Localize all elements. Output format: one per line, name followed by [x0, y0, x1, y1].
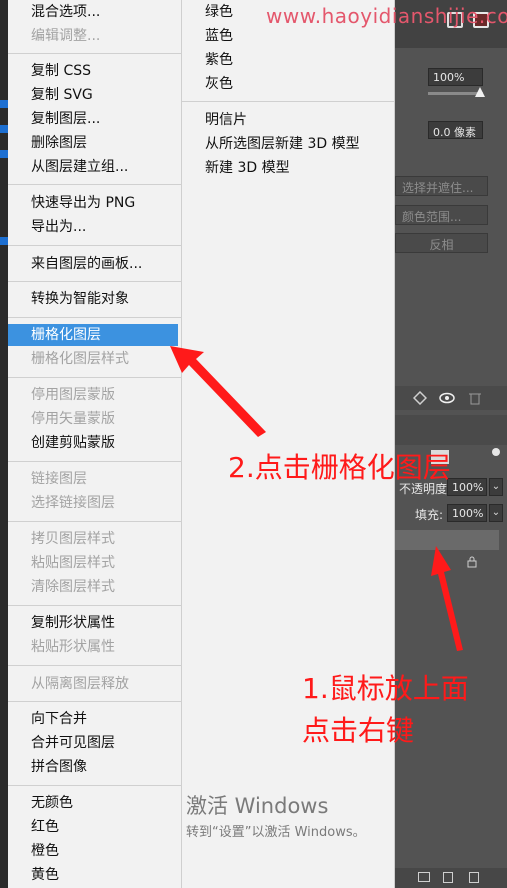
activation-subtitle: 转到“设置”以激活 Windows。	[186, 825, 366, 840]
annotation-arrows	[170, 346, 463, 651]
annotation-step1-line1: 1.鼠标放上面	[302, 672, 469, 705]
arrow-to-layer	[431, 546, 463, 651]
arrow-to-rasterize	[170, 346, 266, 437]
activation-title: 激活 Windows	[186, 794, 329, 818]
annotation-step1-line2: 点击右键	[302, 714, 415, 747]
annotation-step2: 2.点击栅格化图层	[228, 451, 451, 484]
